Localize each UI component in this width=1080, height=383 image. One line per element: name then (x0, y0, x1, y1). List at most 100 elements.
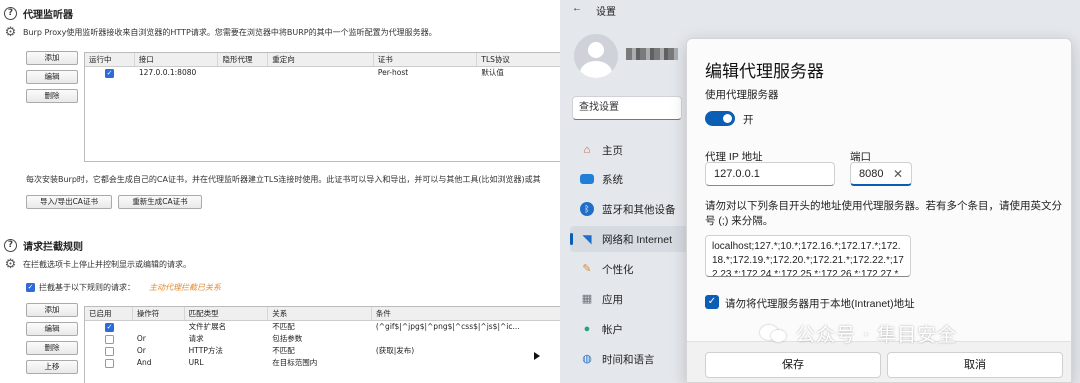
cancel-button[interactable]: 取消 (887, 352, 1063, 378)
redirect-cell (268, 67, 374, 79)
home-icon: ⌂ (583, 144, 591, 156)
col-tls[interactable]: TLS协议 (477, 53, 560, 66)
blurred-username (626, 48, 678, 60)
check-icon: ✓ (105, 322, 114, 332)
interface-cell: 127.0.0.1:8080 (138, 68, 197, 77)
operator-cell: And (136, 358, 152, 367)
table-row[interactable]: ✓ 文件扩展名 不匹配 (^gif$|^jpg$|^png$|^css$|^js… (85, 321, 560, 333)
regenerate-ca-button[interactable]: 重新生成CA证书 (118, 195, 202, 209)
table-row[interactable]: And URL 在目标范围内 (85, 357, 560, 369)
intercept-rule-note: 主动代理拦截已关系 (149, 283, 221, 292)
intercept-rule-checkbox[interactable]: ✓ (26, 283, 35, 292)
sidebar-item-home[interactable]: ⌂ 主页 (570, 137, 690, 163)
watermark: 公众号 · 隼目安全 (760, 320, 957, 347)
exceptions-label: 请勿对以下列条目开头的地址使用代理服务器。若有多个条目，请使用英文分号 (;) … (705, 200, 1062, 227)
unchecked-box-icon (105, 358, 114, 368)
enabled-checkbox[interactable]: ✓ (85, 321, 133, 333)
wechat-icon (760, 323, 788, 345)
col-enabled[interactable]: 已启用 (85, 307, 133, 320)
local-address-checkbox[interactable]: ✓ (705, 295, 719, 309)
listener-add-button[interactable]: 添加 (26, 51, 78, 65)
sidebar-item-label: 网络和 Internet (602, 233, 673, 246)
condition-cell (372, 357, 560, 369)
sidebar-item-system[interactable]: 系统 (570, 166, 690, 192)
col-invisible[interactable]: 隐形代理 (218, 53, 269, 66)
col-running[interactable]: 运行中 (85, 53, 135, 66)
listener-table-header: 运行中 接口 隐形代理 重定向 证书 TLS协议 (85, 53, 560, 67)
unchecked-box-icon (105, 346, 114, 356)
listener-description: Burp Proxy使用监听器接收来自浏览器的HTTP请求。您需要在浏览器中将B… (23, 28, 437, 37)
play-arrow-icon (534, 352, 540, 360)
watermark-text: 公众号 · 隼目安全 (796, 324, 958, 346)
use-proxy-toggle[interactable] (705, 111, 735, 126)
col-relationship[interactable]: 关系 (268, 307, 372, 320)
intercept-section-title: 请求拦截规则 (23, 242, 83, 253)
port-field[interactable]: 8080 ✕ (850, 162, 912, 186)
table-row[interactable]: ✓ 127.0.0.1:8080 Per-host 默认值 (85, 67, 560, 79)
dialog-footer: 保存 取消 (687, 341, 1071, 382)
col-match-type[interactable]: 匹配类型 (185, 307, 269, 320)
sidebar-item-personalization[interactable]: ✎ 个性化 (570, 256, 690, 282)
table-row[interactable]: Or HTTP方法 不匹配 (获取|发布) (85, 345, 560, 357)
rule-edit-button[interactable]: 编辑 (26, 322, 78, 336)
clear-icon[interactable]: ✕ (893, 163, 903, 185)
unchecked-box-icon (105, 334, 114, 344)
listener-table: 运行中 接口 隐形代理 重定向 证书 TLS协议 ✓ 127.0.0.1:808… (84, 52, 560, 162)
enabled-checkbox[interactable] (85, 357, 133, 369)
apps-icon: ▦ (581, 293, 593, 305)
save-button[interactable]: 保存 (705, 352, 881, 378)
listener-description-row: ⚙ Burp Proxy使用监听器接收来自浏览器的HTTP请求。您需要在浏览器中… (4, 26, 437, 39)
operator-cell (133, 321, 185, 333)
intercept-section-header: ? 请求拦截规则 (4, 238, 83, 253)
gear-icon[interactable]: ⚙ (4, 26, 17, 39)
listener-section-title: 代理监听器 (23, 10, 73, 21)
intercept-rule-label: 拦截基于以下规则的请求： (39, 283, 135, 292)
table-row[interactable]: Or 请求 包括参数 (85, 333, 560, 345)
condition-cell (372, 333, 560, 345)
relation-cell: 在目标范围内 (272, 358, 318, 367)
enabled-checkbox[interactable] (85, 333, 133, 345)
col-redirect[interactable]: 重定向 (268, 53, 374, 66)
bluetooth-icon: ᛒ (580, 202, 594, 216)
col-operator[interactable]: 操作符 (133, 307, 185, 320)
brush-icon: ✎ (582, 263, 592, 275)
avatar[interactable] (574, 34, 618, 78)
account-icon: ● (583, 323, 591, 335)
rules-table-header: 已启用 操作符 匹配类型 关系 条件 (85, 307, 560, 321)
match-cell: HTTP方法 (188, 346, 223, 355)
proxy-ip-field[interactable]: 127.0.0.1 (705, 162, 835, 186)
listener-edit-button[interactable]: 编辑 (26, 70, 78, 84)
rule-move-up-button[interactable]: 上移 (26, 360, 78, 374)
check-icon: ✓ (105, 68, 114, 78)
running-checkbox[interactable]: ✓ (85, 67, 135, 79)
sidebar-item-network[interactable]: ◥ 网络和 Internet (570, 226, 690, 252)
settings-titlebar: ← 设置 (572, 3, 616, 18)
match-cell: 请求 (188, 334, 204, 343)
sidebar-item-apps[interactable]: ▦ 应用 (570, 286, 690, 312)
sidebar-item-time-language[interactable]: ◍ 时间和语言 (570, 346, 690, 372)
wifi-icon: ◥ (582, 232, 592, 246)
sidebar-item-bluetooth[interactable]: ᛒ 蓝牙和其他设备 (570, 196, 690, 222)
import-export-ca-button[interactable]: 导入/导出CA证书 (26, 195, 112, 209)
help-icon[interactable]: ? (4, 239, 17, 252)
rule-delete-button[interactable]: 删除 (26, 341, 78, 355)
condition-cell: (获取|发布) (375, 346, 415, 355)
sidebar-item-label: 帐户 (602, 323, 623, 336)
tls-cell: 默认值 (481, 68, 504, 77)
rule-add-button[interactable]: 添加 (26, 303, 78, 317)
gear-icon[interactable]: ⚙ (4, 258, 17, 271)
search-input[interactable]: 查找设置 (572, 96, 682, 120)
listener-delete-button[interactable]: 删除 (26, 89, 78, 103)
col-condition[interactable]: 条件 (372, 307, 560, 320)
col-certificate[interactable]: 证书 (374, 53, 478, 66)
globe-icon: ◍ (582, 353, 592, 365)
exceptions-textarea[interactable]: localhost;127.*;10.*;172.16.*;172.17.*;1… (705, 235, 911, 277)
enabled-checkbox[interactable] (85, 345, 133, 357)
sidebar-item-accounts[interactable]: ● 帐户 (570, 316, 690, 342)
col-interface[interactable]: 接口 (135, 53, 219, 66)
help-icon[interactable]: ? (4, 7, 17, 20)
intercept-rule-checkbox-row[interactable]: ✓ 拦截基于以下规则的请求： 主动代理拦截已关系 (26, 282, 221, 293)
sidebar-item-label: 主页 (602, 144, 623, 157)
burp-proxy-panel: ? 代理监听器 ⚙ Burp Proxy使用监听器接收来自浏览器的HTTP请求。… (0, 0, 560, 383)
back-arrow-icon[interactable]: ← (572, 3, 582, 18)
